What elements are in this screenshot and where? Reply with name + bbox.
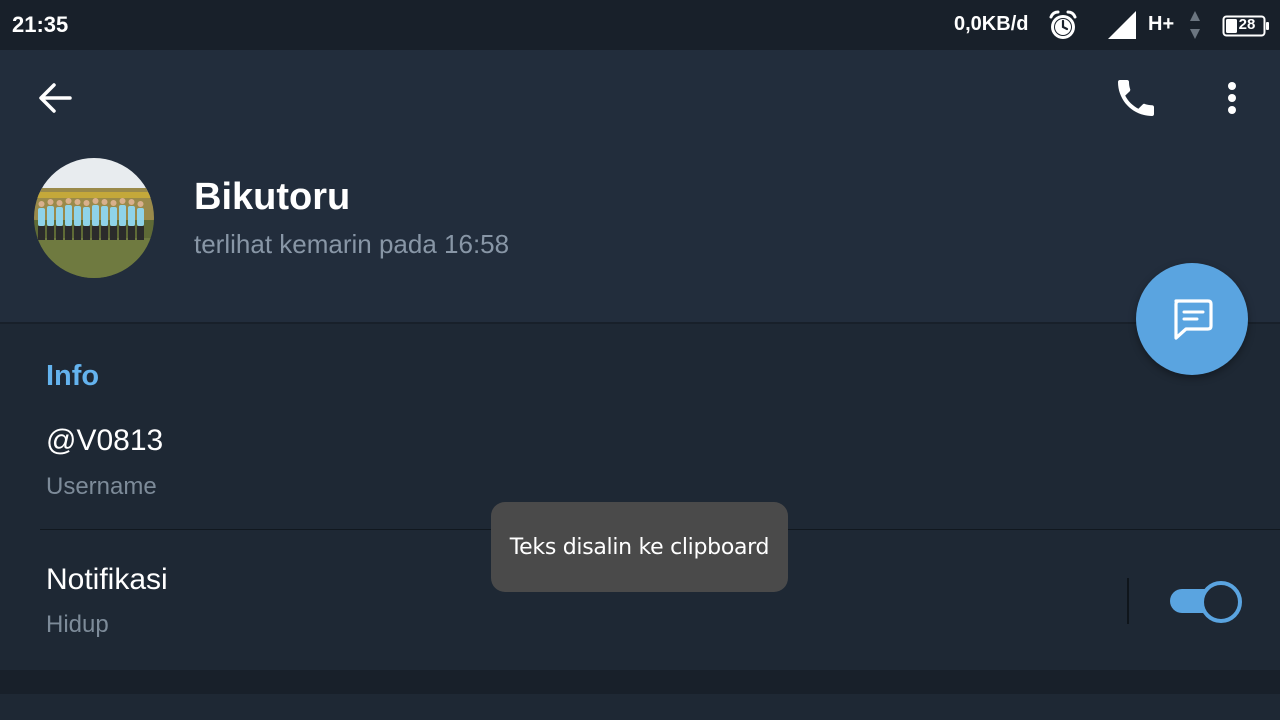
battery-level: 28 [1238,16,1256,33]
notifications-title[interactable]: Notifikasi [46,563,168,597]
last-seen-status: terlihat kemarin pada 16:58 [194,229,510,259]
signal-icon [1108,11,1136,39]
back-arrow-icon[interactable] [34,76,78,120]
avatar[interactable] [34,158,154,278]
status-bar: 21:35 0,0KB/d H+ 28 [0,0,1280,50]
status-time: 21:35 [12,12,69,37]
section-title-info: Info [46,360,100,392]
username-label: Username [46,473,157,500]
toast-message: Teks disalin ke clipboard [491,502,788,592]
profile-header [0,50,1280,322]
toggle-knob [1200,581,1242,623]
profile-name: Bikutoru [194,176,351,218]
info-section [0,324,1280,670]
message-icon [1174,299,1213,340]
next-section [0,694,1280,720]
vertical-separator [1127,578,1129,624]
notifications-status: Hidup [46,611,109,638]
section-gap [0,670,1280,694]
toast-text: Teks disalin ke clipboard [509,534,770,560]
more-vert-icon[interactable] [1212,74,1252,122]
status-network-speed: 0,0KB/d [954,13,1029,35]
phone-icon[interactable] [1112,74,1160,122]
username-value[interactable]: @V0813 [46,424,163,458]
send-message-button[interactable] [1136,263,1248,375]
data-arrows-icon [1190,11,1200,39]
alarm-clock-icon [1049,10,1077,39]
notifications-toggle[interactable] [1168,580,1242,623]
network-type: H+ [1148,13,1175,35]
avatar-photo [34,158,154,278]
